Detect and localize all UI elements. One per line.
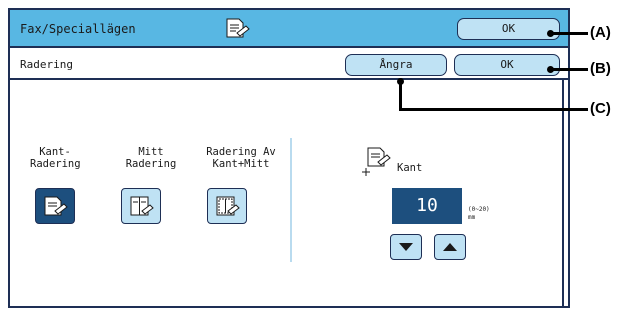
erase-subheader: Radering Ångra OK bbox=[10, 48, 568, 80]
screen-title: Fax/Speciallägen bbox=[20, 22, 136, 36]
undo-button[interactable]: Ångra bbox=[345, 54, 447, 76]
callout-b-line bbox=[552, 68, 588, 71]
erase-title: Radering bbox=[20, 58, 73, 71]
increase-button[interactable] bbox=[434, 234, 466, 260]
document-edit-icon bbox=[226, 18, 250, 38]
edge-value-display[interactable]: 10 bbox=[392, 188, 462, 224]
ok-button-top[interactable]: OK bbox=[457, 18, 560, 40]
callout-a-line bbox=[552, 32, 588, 35]
center-erase-button[interactable] bbox=[121, 188, 161, 224]
edge-width-icon bbox=[362, 147, 391, 176]
edge-center-erase-button[interactable] bbox=[207, 188, 247, 224]
callout-b-label: (B) bbox=[590, 60, 611, 77]
mode-label-edge-erase: Kant- Radering bbox=[30, 146, 81, 170]
edge-label: Kant bbox=[397, 162, 423, 174]
callout-a-label: (A) bbox=[590, 24, 611, 41]
mode-label-center-erase: Mitt Radering bbox=[125, 146, 177, 170]
edge-erase-button[interactable] bbox=[35, 188, 75, 224]
fax-special-modes-screen: Fax/Speciallägen OK Radering Ångra OK Ka… bbox=[8, 8, 570, 308]
title-bar: Fax/Speciallägen OK bbox=[10, 10, 568, 48]
decrease-button[interactable] bbox=[390, 234, 422, 260]
edge-center-erase-icon bbox=[216, 196, 240, 216]
ok-button-erase[interactable]: OK bbox=[454, 54, 560, 76]
center-erase-icon bbox=[130, 196, 154, 216]
arrow-down-icon bbox=[399, 243, 413, 251]
callout-c-label: (C) bbox=[590, 100, 611, 117]
value-range: (0~20) mm bbox=[468, 206, 490, 222]
callout-c-vertical-line bbox=[399, 83, 402, 110]
unit-text: mm bbox=[468, 214, 476, 221]
range-text: (0~20) bbox=[468, 206, 490, 213]
edge-erase-icon bbox=[44, 196, 68, 216]
callout-c-line bbox=[399, 108, 588, 111]
arrow-up-icon bbox=[443, 243, 457, 251]
section-divider bbox=[290, 138, 292, 262]
mode-label-edge-center-erase: Radering Av Kant+Mitt bbox=[206, 146, 276, 170]
